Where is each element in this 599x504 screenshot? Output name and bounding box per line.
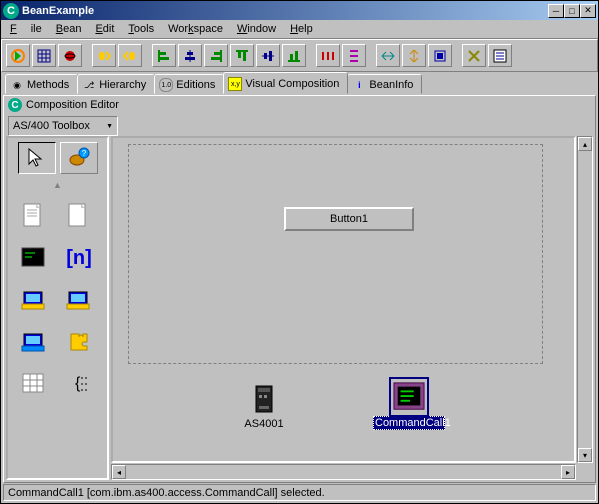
svg-text:[n]: [n] bbox=[66, 247, 92, 269]
selection-tool[interactable] bbox=[18, 142, 56, 174]
palette-doc1-icon[interactable] bbox=[18, 200, 50, 232]
scroll-down-icon[interactable]: ▾ bbox=[578, 448, 592, 462]
palette-pc-yellow1-icon[interactable] bbox=[18, 284, 50, 316]
tb-same-width-icon[interactable] bbox=[376, 44, 400, 67]
tb-align-middle-icon[interactable] bbox=[256, 44, 280, 67]
palette-category-dropdown[interactable]: AS/400 Toolbox bbox=[8, 116, 118, 136]
tb-align-top-icon[interactable] bbox=[230, 44, 254, 67]
design-surface[interactable]: Button1 bbox=[128, 144, 543, 364]
palette-pc-blue-icon[interactable] bbox=[18, 326, 50, 358]
status-text: CommandCall1 [com.ibm.as400.access.Comma… bbox=[8, 487, 325, 499]
bean-label: AS4001 bbox=[228, 418, 300, 430]
close-button[interactable]: ✕ bbox=[580, 4, 596, 18]
scroll-right-icon[interactable]: ▸ bbox=[561, 465, 575, 479]
composition-label: Composition Editor bbox=[26, 99, 119, 111]
menu-edit[interactable]: Edit bbox=[88, 21, 121, 37]
title-bar: C BeanExample ─ □ ✕ bbox=[1, 1, 598, 20]
maximize-button[interactable]: □ bbox=[564, 4, 580, 18]
commandcall-icon bbox=[393, 381, 425, 413]
tb-same-size-icon[interactable] bbox=[428, 44, 452, 67]
palette-puzzle-icon[interactable] bbox=[63, 326, 95, 358]
window-title: BeanExample bbox=[22, 5, 548, 17]
tb-debug-icon[interactable] bbox=[58, 44, 82, 67]
tb-properties-icon[interactable] bbox=[488, 44, 512, 67]
bean-label: CommandCall1 bbox=[373, 416, 445, 430]
palette-doc2-icon[interactable] bbox=[63, 200, 95, 232]
palette-braces-icon[interactable]: { bbox=[63, 368, 95, 400]
vertical-scrollbar[interactable]: ▴ ▾ bbox=[577, 136, 593, 463]
app-window: C BeanExample ─ □ ✕ File Bean Edit Tools… bbox=[0, 0, 599, 504]
svg-text:{: { bbox=[75, 375, 81, 392]
palette-array-icon[interactable]: [n] bbox=[63, 242, 95, 274]
bean-commandcall[interactable]: CommandCall1 bbox=[373, 381, 445, 430]
tab-beaninfo[interactable]: iBeanInfo bbox=[347, 74, 422, 94]
canvas-area: Button1 AS4001 CommandCall1 ▴ ▾ bbox=[109, 136, 593, 480]
tb-tools-icon[interactable] bbox=[462, 44, 486, 67]
palette-expand-icon[interactable]: ▲ bbox=[8, 178, 107, 196]
svg-text:?: ? bbox=[81, 149, 86, 158]
tab-hierarchy[interactable]: ⎇Hierarchy bbox=[77, 74, 155, 94]
work-area: C Composition Editor AS/400 Toolbox ? ▲ … bbox=[3, 95, 596, 483]
tab-editions[interactable]: 1.0Editions bbox=[154, 74, 224, 94]
choose-bean-tool[interactable]: ? bbox=[60, 142, 98, 174]
status-bar: CommandCall1 [com.ibm.as400.access.Comma… bbox=[3, 484, 596, 501]
beaninfo-icon: i bbox=[352, 78, 366, 92]
menu-help[interactable]: Help bbox=[283, 21, 320, 37]
palette-table-icon[interactable] bbox=[18, 368, 50, 400]
canvas[interactable]: Button1 AS4001 CommandCall1 bbox=[111, 136, 576, 463]
editions-icon: 1.0 bbox=[159, 78, 173, 92]
tb-align-left-icon[interactable] bbox=[152, 44, 176, 67]
menu-file[interactable]: File bbox=[3, 21, 49, 37]
palette-terminal-icon[interactable] bbox=[18, 242, 50, 274]
tb-align-right-icon[interactable] bbox=[204, 44, 228, 67]
tb-distribute-h-icon[interactable] bbox=[316, 44, 340, 67]
tab-visual-composition[interactable]: x,yVisual Composition bbox=[223, 72, 348, 94]
palette: ? ▲ [n] { bbox=[6, 136, 109, 480]
app-icon: C bbox=[3, 3, 19, 19]
minimize-button[interactable]: ─ bbox=[548, 4, 564, 18]
scroll-up-icon[interactable]: ▴ bbox=[578, 137, 592, 151]
tb-same-height-icon[interactable] bbox=[402, 44, 426, 67]
hierarchy-icon: ⎇ bbox=[82, 78, 96, 92]
bean-as400[interactable]: AS4001 bbox=[228, 383, 300, 430]
toolbar bbox=[1, 39, 598, 72]
editor-body: ? ▲ [n] { bbox=[6, 136, 593, 480]
tab-methods[interactable]: ◉Methods bbox=[5, 74, 78, 94]
menu-bar: File Bean Edit Tools Workspace Window He… bbox=[1, 20, 598, 39]
menu-tools[interactable]: Tools bbox=[121, 21, 161, 37]
tab-strip: ◉Methods ⎇Hierarchy 1.0Editions x,yVisua… bbox=[1, 72, 598, 94]
methods-icon: ◉ bbox=[10, 78, 24, 92]
composition-icon: C bbox=[8, 98, 22, 112]
tb-distribute-v-icon[interactable] bbox=[342, 44, 366, 67]
visual-composition-icon: x,y bbox=[228, 77, 242, 91]
tb-step-prev-icon[interactable] bbox=[118, 44, 142, 67]
menu-window[interactable]: Window bbox=[230, 21, 283, 37]
horizontal-scrollbar[interactable]: ◂ ▸ bbox=[111, 464, 576, 480]
composition-header: C Composition Editor bbox=[4, 96, 595, 114]
scroll-left-icon[interactable]: ◂ bbox=[112, 465, 126, 479]
tb-align-bottom-icon[interactable] bbox=[282, 44, 306, 67]
menu-workspace[interactable]: Workspace bbox=[161, 21, 230, 37]
tb-grid-icon[interactable] bbox=[32, 44, 56, 67]
as400-icon bbox=[248, 383, 280, 415]
tb-run-icon[interactable] bbox=[6, 44, 30, 67]
button1[interactable]: Button1 bbox=[284, 207, 414, 231]
tb-step-next-icon[interactable] bbox=[92, 44, 116, 67]
palette-pc-yellow2-icon[interactable] bbox=[63, 284, 95, 316]
tb-align-center-icon[interactable] bbox=[178, 44, 202, 67]
menu-bean[interactable]: Bean bbox=[49, 21, 89, 37]
